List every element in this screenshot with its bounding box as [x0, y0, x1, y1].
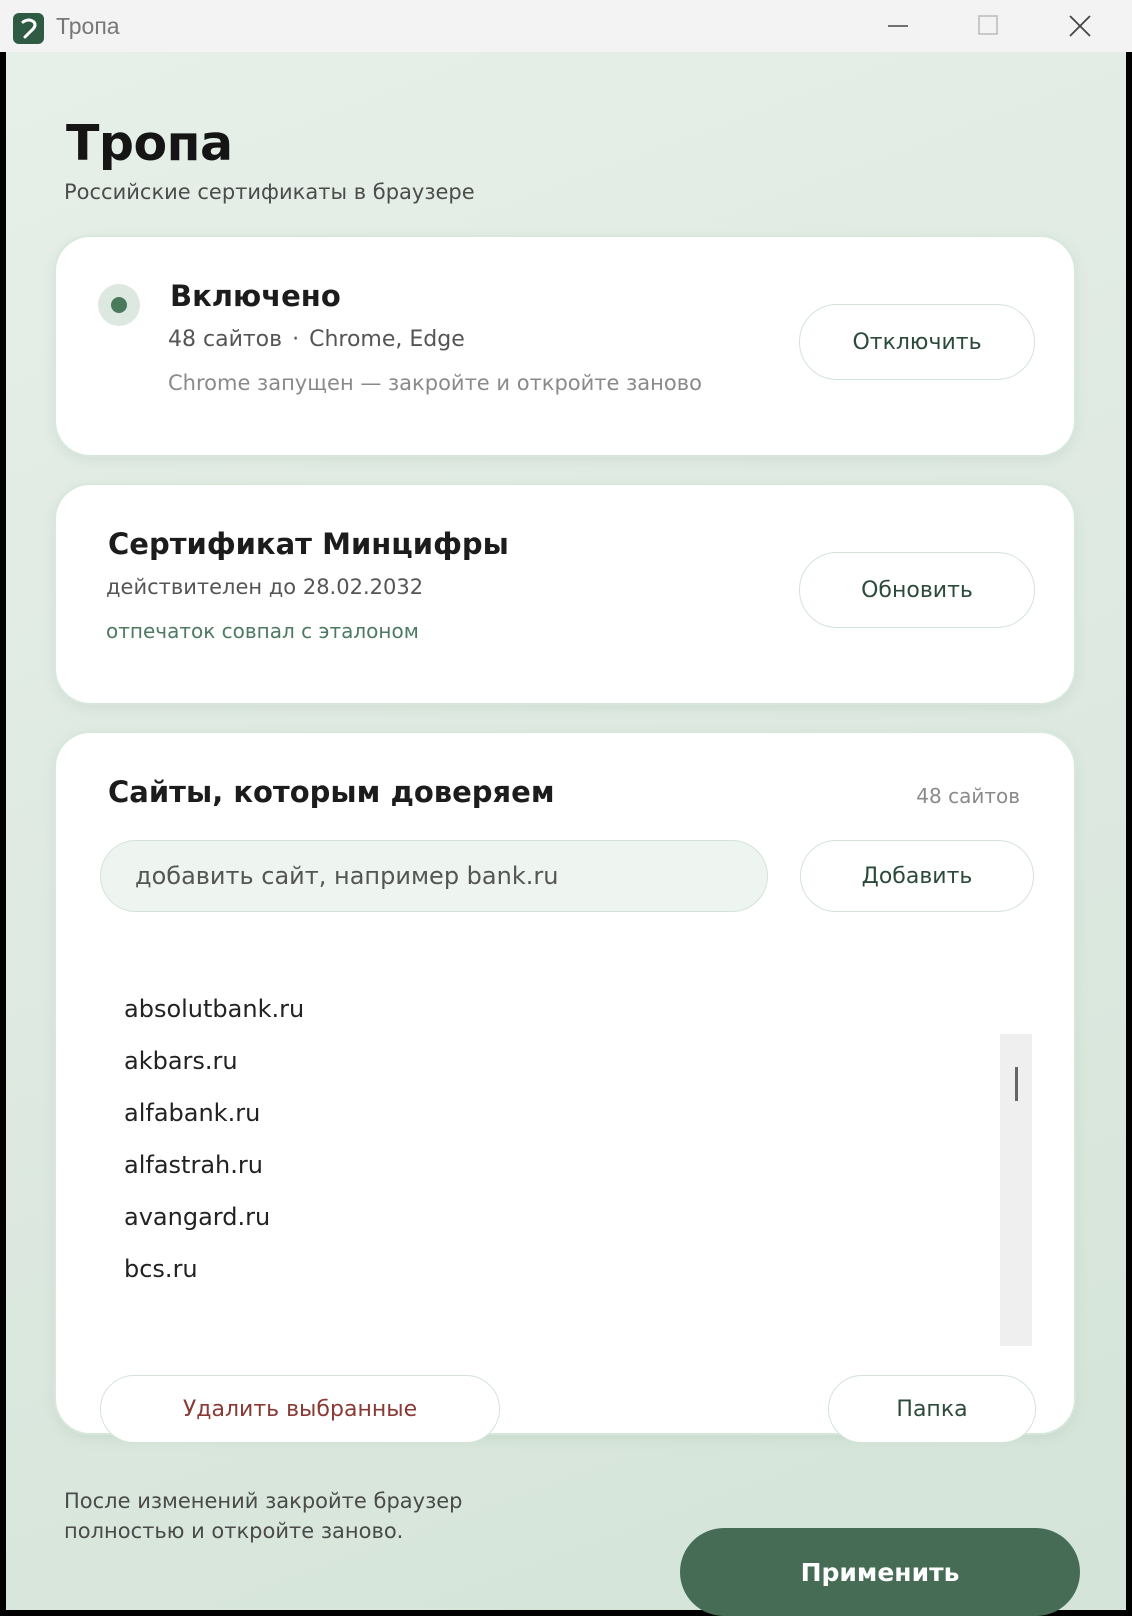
sites-count: 48 сайтов — [916, 784, 1020, 808]
add-site-input[interactable] — [100, 840, 768, 912]
trusted-sites-card: Сайты, которым доверяем 48 сайтов Добави… — [56, 733, 1074, 1443]
certificate-validity: действителен до 28.02.2032 — [106, 575, 424, 599]
window-title: Тропа — [56, 13, 120, 39]
update-button[interactable]: Обновить — [799, 552, 1035, 628]
title-bar: Тропа — [0, 0, 1132, 52]
certificate-fingerprint-status: отпечаток совпал с эталоном — [106, 619, 419, 643]
list-item[interactable]: alfastrah.ru — [124, 1139, 924, 1191]
footer-note-line1: После изменений закройте браузер — [64, 1489, 463, 1513]
status-dot-icon — [111, 297, 127, 313]
status-indicator — [98, 284, 140, 326]
sites-title: Сайты, которым доверяем — [108, 775, 555, 809]
scrollbar-thumb[interactable] — [1015, 1067, 1018, 1101]
list-item[interactable]: akbars.ru — [124, 1035, 924, 1087]
status-sites-count: 48 сайтов — [168, 327, 283, 352]
app-window: Тропа Российские сертификаты в браузере … — [6, 52, 1126, 1616]
close-button[interactable] — [1060, 8, 1100, 44]
list-item[interactable]: bcs.ru — [124, 1243, 924, 1295]
scrollbar[interactable] — [1000, 1034, 1032, 1346]
status-card: Включено 48 сайтов · Chrome, Edge Chrome з… — [56, 237, 1074, 455]
folder-button[interactable]: Папка — [828, 1375, 1036, 1443]
status-separator: · — [292, 327, 300, 352]
footer-note-line2: полностью и откройте заново. — [64, 1519, 404, 1543]
list-item[interactable]: avangard.ru — [124, 1191, 924, 1243]
page-subtitle: Российские сертификаты в браузере — [64, 180, 475, 204]
maximize-button[interactable] — [968, 8, 1008, 44]
status-browsers: Chrome, Edge — [309, 327, 465, 352]
certificate-card: Сертификат Минцифры действителен до 28.0… — [56, 485, 1074, 703]
delete-selected-button[interactable]: Удалить выбранные — [100, 1375, 500, 1443]
list-item[interactable]: absolutbank.ru — [124, 983, 924, 1035]
app-logo-icon — [13, 13, 44, 44]
status-note: Chrome запущен — закройте и откройте зан… — [168, 371, 702, 395]
site-list[interactable]: absolutbank.ru akbars.ru alfabank.ru alf… — [124, 983, 924, 1295]
page-title: Тропа — [66, 115, 233, 172]
footer-note: После изменений закройте браузер полност… — [64, 1486, 463, 1546]
status-meta: 48 сайтов · Chrome, Edge — [168, 327, 465, 352]
list-item[interactable]: alfabank.ru — [124, 1087, 924, 1139]
apply-button[interactable]: Применить — [680, 1528, 1080, 1616]
disable-button[interactable]: Отключить — [799, 304, 1035, 380]
certificate-title: Сертификат Минцифры — [108, 527, 509, 561]
minimize-button[interactable] — [878, 8, 918, 44]
status-title: Включено — [170, 279, 341, 313]
add-site-button[interactable]: Добавить — [800, 840, 1034, 912]
